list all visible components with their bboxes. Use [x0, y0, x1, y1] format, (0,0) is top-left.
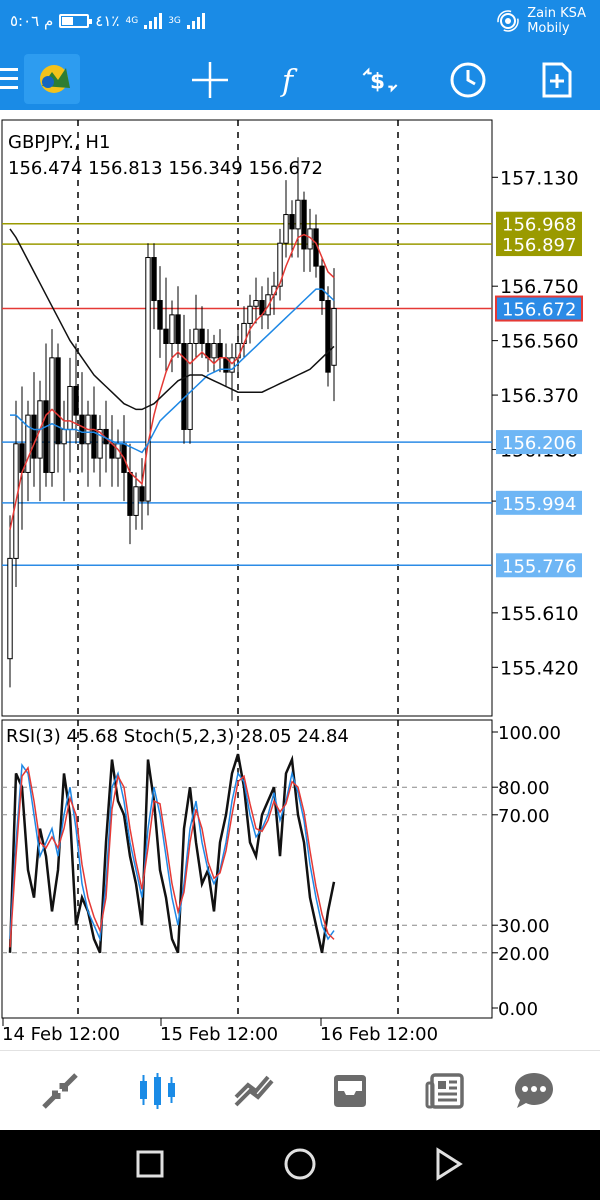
- signal-icon-2: [186, 13, 205, 29]
- candle-body: [319, 265, 325, 302]
- top-toolbar: f $: [0, 48, 600, 110]
- news-icon[interactable]: [424, 1069, 468, 1113]
- status-time: م ٥:٠٦: [10, 12, 54, 30]
- candle-body: [253, 300, 259, 307]
- candle-body: [163, 328, 169, 345]
- candle-body: [175, 314, 181, 345]
- indicator-label: RSI(3) 45.68 Stoch(5,2,3) 28.05 24.84: [6, 726, 349, 747]
- candle-body: [91, 414, 97, 459]
- price-tick-label: 155.420: [500, 657, 579, 679]
- indicator-tick-label: 80.00: [498, 778, 550, 799]
- menu-icon[interactable]: [0, 68, 18, 90]
- price-tick-label: 156.370: [500, 385, 579, 407]
- battery-icon: [59, 14, 93, 28]
- candle-body: [295, 199, 301, 230]
- history-icon[interactable]: [328, 1069, 372, 1113]
- price-tick-label: 155.610: [500, 603, 579, 625]
- battery-percent: ٤١٪: [95, 12, 120, 30]
- quotes-icon[interactable]: [38, 1069, 82, 1113]
- candle-body: [67, 385, 73, 430]
- chat-icon[interactable]: [512, 1069, 556, 1113]
- chart-area[interactable]: 157.130156.750156.560156.370156.180156.0…: [0, 110, 600, 1050]
- candle-body: [331, 308, 337, 366]
- candle-body: [49, 357, 55, 473]
- candle-body: [73, 385, 79, 416]
- carrier-2: Mobily: [527, 21, 570, 36]
- candle-body: [127, 471, 133, 516]
- price-level-tag: 156.206: [502, 433, 576, 454]
- chart-canvas[interactable]: 157.130156.750156.560156.370156.180156.0…: [0, 110, 600, 1050]
- chart-symbol: GBPJPY., H1: [8, 132, 111, 153]
- price-level-tag: 155.776: [502, 556, 576, 577]
- system-navigation-bar: [0, 1130, 600, 1200]
- indicator-tick-label: 70.00: [498, 806, 550, 827]
- indicator-tick-label: 100.00: [498, 723, 561, 744]
- candle-body: [31, 414, 37, 459]
- candle-body: [187, 343, 193, 430]
- candle-body: [7, 557, 13, 660]
- candle-body: [169, 314, 175, 345]
- crosshair-icon[interactable]: [190, 60, 230, 100]
- status-bar: م ٥:٠٦ ٤١٪ 4G 3G Zain KSA Mobily: [0, 0, 600, 48]
- recent-apps-icon[interactable]: [136, 1150, 164, 1178]
- candle-body: [157, 300, 163, 330]
- network-type-2: 3G: [168, 15, 181, 26]
- candle-body: [247, 305, 253, 324]
- candle-body: [55, 357, 61, 445]
- price-level-tag: 156.897: [502, 235, 576, 256]
- candle-body: [43, 400, 49, 473]
- clock-icon[interactable]: [448, 60, 488, 100]
- price-tick-label: 156.560: [500, 331, 579, 353]
- chart-ohlc: 156.474 156.813 156.349 156.672: [8, 158, 323, 179]
- indicator-tick-label: 0.00: [498, 999, 538, 1020]
- candle-body: [61, 428, 67, 445]
- svg-text:$: $: [370, 69, 385, 94]
- price-tick-label: 156.750: [500, 276, 579, 298]
- candle-body: [133, 486, 139, 516]
- price-level-tag: 155.994: [502, 494, 576, 515]
- chart-icon[interactable]: [136, 1069, 180, 1113]
- carrier-names: Zain KSA Mobily: [527, 6, 586, 36]
- candle-body: [211, 343, 217, 359]
- svg-text:f: f: [280, 64, 298, 99]
- network-type-1: 4G: [125, 15, 139, 26]
- candle-body: [199, 328, 205, 345]
- candle-body: [217, 343, 223, 359]
- price-tick-label: 157.130: [500, 167, 579, 189]
- candle-body: [193, 328, 199, 345]
- carrier-1: Zain KSA: [527, 6, 586, 21]
- indicator-panel-border: [1, 719, 493, 1019]
- time-tick-label: 16 Feb 12:00: [320, 1024, 438, 1045]
- candle-body: [325, 300, 331, 373]
- status-left: م ٥:٠٦ ٤١٪ 4G 3G: [10, 12, 205, 30]
- hotspot-icon: [497, 10, 519, 32]
- candle-body: [25, 414, 31, 473]
- indicator-tick-label: 20.00: [498, 944, 550, 965]
- bottom-navigation: [0, 1050, 600, 1130]
- candle-body: [301, 199, 307, 250]
- trade-icon[interactable]: [232, 1069, 276, 1113]
- time-tick-label: 14 Feb 12:00: [2, 1024, 120, 1045]
- candle-body: [289, 214, 295, 230]
- candle-body: [139, 486, 145, 502]
- candle-body: [151, 257, 157, 302]
- time-tick-label: 15 Feb 12:00: [160, 1024, 278, 1045]
- indicator-tick-label: 30.00: [498, 916, 550, 937]
- status-right: Zain KSA Mobily: [497, 6, 586, 36]
- function-icon[interactable]: f: [272, 60, 312, 100]
- price-level-tag: 156.672: [502, 300, 576, 321]
- currency-exchange-icon[interactable]: $: [360, 60, 400, 100]
- candle-body: [145, 257, 151, 502]
- back-icon[interactable]: [436, 1147, 463, 1181]
- battery-fill: [62, 17, 73, 25]
- signal-icon-1: [144, 13, 163, 29]
- home-icon[interactable]: [284, 1148, 316, 1180]
- app-logo-icon[interactable]: [24, 54, 80, 104]
- candle-body: [283, 214, 289, 244]
- candle-body: [79, 414, 85, 445]
- new-document-icon[interactable]: [536, 60, 576, 100]
